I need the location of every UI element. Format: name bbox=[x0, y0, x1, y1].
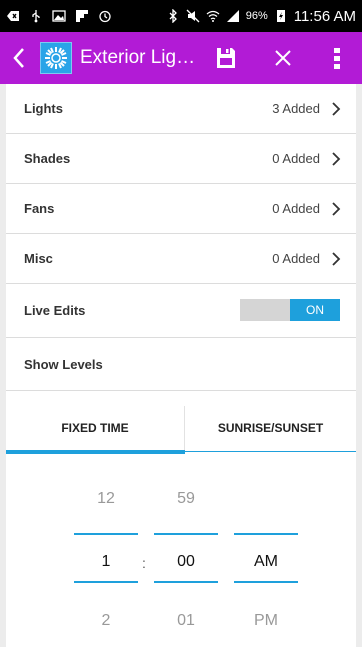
more-vert-icon bbox=[334, 48, 340, 69]
usb-icon bbox=[32, 10, 40, 23]
mute-icon bbox=[186, 9, 200, 23]
chevron-right-icon bbox=[332, 202, 341, 216]
flipboard-icon bbox=[76, 10, 88, 22]
list-row-lights[interactable]: Lights 3 Added bbox=[6, 84, 356, 134]
close-button[interactable] bbox=[268, 32, 298, 84]
chevron-right-icon bbox=[332, 252, 341, 266]
tab-sunrise-sunset[interactable]: SUNRISE/SUNSET bbox=[185, 406, 356, 454]
hour-prev[interactable]: 12 bbox=[74, 490, 138, 508]
save-icon bbox=[217, 48, 235, 68]
ampm-bottom-line bbox=[234, 581, 298, 583]
list-row-fans[interactable]: Fans 0 Added bbox=[6, 184, 356, 234]
ampm-next[interactable]: PM bbox=[234, 612, 298, 630]
row-value: 0 Added bbox=[272, 151, 320, 166]
signal-icon bbox=[226, 10, 239, 22]
hour-top-line bbox=[74, 533, 138, 535]
chevron-right-icon bbox=[332, 102, 341, 116]
minute-bottom-line bbox=[154, 581, 218, 583]
tab-active-indicator bbox=[6, 450, 185, 454]
minute-top-line bbox=[154, 533, 218, 535]
list-row-shades[interactable]: Shades 0 Added bbox=[6, 134, 356, 184]
row-label: Misc bbox=[24, 251, 53, 266]
tab-fixed-time[interactable]: FIXED TIME bbox=[6, 406, 185, 454]
back-button[interactable] bbox=[6, 32, 32, 84]
row-value: 0 Added bbox=[272, 201, 320, 216]
ampm-top-line bbox=[234, 533, 298, 535]
show-levels-label: Show Levels bbox=[24, 357, 103, 372]
battery-charging-icon bbox=[276, 10, 285, 22]
bluetooth-icon bbox=[169, 9, 177, 23]
save-button[interactable] bbox=[211, 32, 241, 84]
app-logo bbox=[40, 42, 72, 74]
row-value: 0 Added bbox=[272, 251, 320, 266]
row-value: 3 Added bbox=[272, 101, 320, 116]
tab-divider-line bbox=[185, 451, 356, 452]
chevron-left-icon bbox=[13, 48, 24, 68]
row-label: Fans bbox=[24, 201, 55, 216]
chevron-right-icon bbox=[332, 152, 341, 166]
sunburst-icon bbox=[45, 47, 67, 69]
overflow-menu-button[interactable] bbox=[325, 32, 349, 84]
ampm-selected[interactable]: AM bbox=[234, 553, 298, 571]
live-edits-toggle[interactable]: ON bbox=[240, 299, 340, 321]
toggle-on-segment: ON bbox=[290, 299, 340, 321]
list-row-misc[interactable]: Misc 0 Added bbox=[6, 234, 356, 284]
show-levels-row[interactable]: Show Levels bbox=[6, 338, 356, 391]
image-icon bbox=[52, 10, 66, 22]
live-edits-label: Live Edits bbox=[24, 303, 86, 318]
schedule-tabs: FIXED TIME SUNRISE/SUNSET bbox=[6, 406, 356, 454]
wifi-icon bbox=[206, 10, 220, 22]
status-right-icons: 96% 11:56 AM bbox=[166, 0, 356, 32]
minute-next[interactable]: 01 bbox=[154, 612, 218, 630]
minute-prev[interactable]: 59 bbox=[154, 490, 218, 508]
status-left-icons bbox=[6, 0, 112, 32]
status-bar: 96% 11:56 AM bbox=[0, 0, 362, 32]
time-separator: : bbox=[142, 555, 146, 571]
keyboard-back-icon bbox=[7, 11, 19, 21]
page-title: Exterior Lig… bbox=[80, 47, 196, 68]
hour-bottom-line bbox=[74, 581, 138, 583]
status-time: 11:56 AM bbox=[293, 7, 356, 25]
row-label: Shades bbox=[24, 151, 71, 166]
minute-selected[interactable]: 00 bbox=[154, 553, 218, 571]
toggle-off-segment bbox=[240, 299, 290, 321]
hour-selected[interactable]: 1 bbox=[74, 553, 138, 571]
alarm-icon bbox=[99, 10, 111, 23]
close-icon bbox=[275, 50, 291, 66]
row-label: Lights bbox=[24, 101, 63, 116]
battery-percent: 96% bbox=[245, 10, 268, 22]
hour-next[interactable]: 2 bbox=[74, 612, 138, 630]
app-bar: Exterior Lig… bbox=[0, 32, 362, 84]
